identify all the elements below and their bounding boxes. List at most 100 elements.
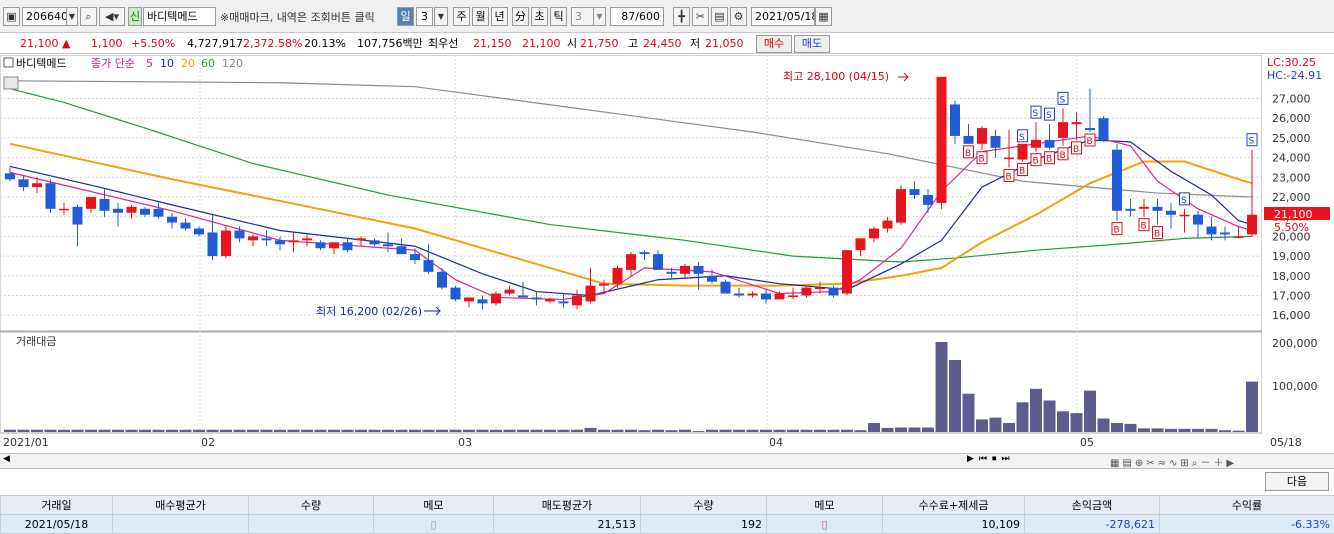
candle-body bbox=[73, 207, 83, 225]
candle-body bbox=[235, 230, 245, 238]
col-return: 수익률 bbox=[1160, 496, 1334, 515]
chart-tool-icons[interactable]: ▦▤⊕✂≈∿⊞⌕－＋▶ bbox=[1110, 454, 1237, 469]
save-icon[interactable]: ▤ bbox=[711, 7, 728, 26]
x-tick-label: 02 bbox=[201, 436, 215, 449]
cell-buy-qty bbox=[249, 515, 374, 534]
period-count[interactable]: 3 bbox=[416, 7, 433, 26]
date-input[interactable]: 2021/05/18 bbox=[751, 7, 815, 26]
volume-bar bbox=[72, 430, 84, 432]
hc-label: HC:-24.91 bbox=[1267, 69, 1322, 82]
stock-code-input[interactable]: 206640 bbox=[22, 7, 68, 26]
volume-bar bbox=[733, 430, 745, 432]
chevron-down-icon[interactable]: ▼ bbox=[434, 7, 448, 26]
buy-button[interactable]: 매수 bbox=[756, 35, 792, 53]
playback-icons[interactable]: ▶⏮⏹⏭ bbox=[967, 454, 1015, 464]
buy-mark-label: B bbox=[1087, 137, 1093, 147]
volume-bar bbox=[1044, 401, 1056, 433]
candle-icon[interactable]: ╋ bbox=[673, 7, 690, 26]
bid-price: 21,100 bbox=[522, 34, 561, 53]
candle-body bbox=[289, 240, 299, 242]
window-icon[interactable]: ▣ bbox=[3, 7, 20, 26]
candle-body bbox=[1180, 215, 1190, 217]
scroll-left-icon[interactable]: ◀ bbox=[3, 454, 10, 464]
volume-bar bbox=[1017, 402, 1029, 432]
volume-bar bbox=[1246, 382, 1258, 432]
calendar-icon[interactable]: ▦ bbox=[815, 7, 832, 26]
chevron-down-icon[interactable]: ▼ bbox=[593, 7, 606, 26]
candle-body bbox=[896, 189, 906, 222]
legend-box-icon[interactable] bbox=[4, 58, 13, 67]
volume-bar bbox=[490, 430, 502, 432]
speaker-icon[interactable]: ◀▾ bbox=[99, 7, 125, 26]
period-minute[interactable]: 分 bbox=[512, 7, 529, 26]
volume-bar bbox=[1111, 423, 1123, 432]
cell-pnl: -278,621 bbox=[1025, 515, 1160, 534]
period-week[interactable]: 주 bbox=[453, 7, 470, 26]
y-tick-label: 17,000 bbox=[1272, 289, 1311, 302]
sell-button[interactable]: 매도 bbox=[794, 35, 830, 53]
stock-name[interactable]: 바디텍메드 bbox=[143, 7, 216, 26]
search-icon[interactable]: ⌕ bbox=[80, 7, 97, 26]
tick-count-input[interactable]: 3 bbox=[571, 7, 594, 26]
candle-body bbox=[478, 299, 488, 303]
volume-bar bbox=[342, 430, 354, 432]
period-second[interactable]: 초 bbox=[531, 7, 548, 26]
volume-title: 거래대금 bbox=[16, 335, 56, 348]
candle-body bbox=[572, 295, 582, 305]
data-count-input[interactable]: 87/600 bbox=[610, 7, 664, 26]
y-tick-label: 22,000 bbox=[1272, 191, 1311, 204]
candle-body bbox=[343, 242, 353, 250]
volume-bar bbox=[517, 430, 529, 432]
buy-mark-label: B bbox=[1073, 145, 1079, 155]
volume-bar bbox=[85, 430, 97, 432]
memo-icon[interactable]: ▯ bbox=[374, 515, 494, 534]
candle-body bbox=[1207, 227, 1217, 235]
candle-body bbox=[653, 254, 663, 270]
cell-sell-avg: 21,513 bbox=[494, 515, 641, 534]
stock-chart[interactable]: SSSSSSBBBBBBBBBBBB 27,00026,00025,00024,… bbox=[0, 55, 1334, 453]
period-day[interactable]: 일 bbox=[397, 7, 414, 26]
volume-bar bbox=[463, 430, 475, 432]
volume-bar bbox=[949, 360, 961, 432]
candle-body bbox=[950, 104, 960, 136]
candle-body bbox=[383, 244, 393, 246]
candle-body bbox=[775, 294, 785, 300]
x-tick-label: 03 bbox=[458, 436, 472, 449]
pct-tag: 5.50% bbox=[1274, 221, 1309, 234]
candle-body bbox=[856, 238, 866, 250]
chart-scrollbar[interactable]: ◀ ▶⏮⏹⏭ ▦▤⊕✂≈∿⊞⌕－＋▶ bbox=[0, 453, 1334, 469]
volume-bar bbox=[841, 430, 853, 432]
candle-body bbox=[1126, 209, 1136, 211]
col-fees: 수수료+제세금 bbox=[883, 496, 1025, 515]
candle-body bbox=[1099, 118, 1109, 140]
candle-body bbox=[329, 242, 339, 248]
legend-ma5: 5 bbox=[146, 57, 153, 70]
next-button[interactable]: 다음 bbox=[1265, 472, 1329, 491]
y-tick-label: 25,000 bbox=[1272, 132, 1311, 145]
table-row[interactable]: 2021/05/18 ▯ 21,513 192 ▯ 10,109 -278,62… bbox=[1, 515, 1334, 534]
period-month[interactable]: 월 bbox=[472, 7, 489, 26]
volume-bar bbox=[963, 394, 975, 432]
period-year[interactable]: 년 bbox=[491, 7, 508, 26]
candle-body bbox=[248, 236, 258, 240]
legend-ma10: 10 bbox=[160, 57, 174, 70]
volume-bar bbox=[166, 430, 178, 432]
gear-icon[interactable]: ⚙ bbox=[730, 7, 747, 26]
candle-body bbox=[1112, 150, 1122, 211]
candle-body bbox=[1234, 236, 1244, 238]
chevron-down-icon[interactable]: ▼ bbox=[66, 7, 78, 26]
price-change: 1,100 bbox=[91, 34, 123, 53]
high-label: 고 bbox=[628, 34, 638, 53]
scissors-icon[interactable]: ✂ bbox=[692, 7, 709, 26]
volume-bar bbox=[706, 430, 718, 432]
period-tick[interactable]: 틱 bbox=[550, 7, 567, 26]
memo-icon[interactable]: ▯ bbox=[767, 515, 883, 534]
legend-name: 바디텍메드 bbox=[16, 57, 67, 70]
candle-body bbox=[437, 272, 447, 288]
table-toggle-icon[interactable] bbox=[4, 77, 18, 89]
volume-bar bbox=[45, 430, 57, 432]
legend-ma-label: 종가 단순 bbox=[91, 57, 135, 70]
candle-body bbox=[154, 209, 164, 217]
volume-bar bbox=[787, 430, 799, 432]
legend-ma20: 20 bbox=[181, 57, 195, 70]
